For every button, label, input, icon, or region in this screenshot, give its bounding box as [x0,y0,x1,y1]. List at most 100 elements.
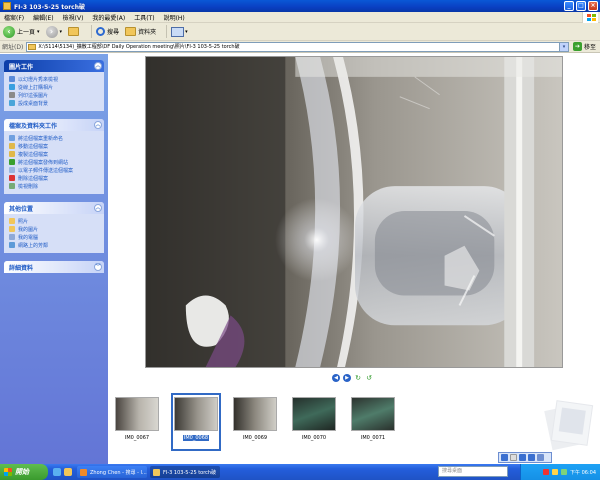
other-places-header[interactable]: 其他位置 ︽ [4,202,104,214]
up-folder-button[interactable] [68,27,81,36]
search-icon [96,27,106,36]
task-publish[interactable]: 將這個檔案發佈到網站 [9,158,99,166]
expand-chevron-icon[interactable]: ︾ [94,263,102,271]
printer-icon [9,92,15,98]
ie-icon[interactable] [53,468,61,476]
forward-button[interactable]: › ▾ [45,25,62,38]
thumbnail-image [292,397,336,431]
file-tasks-title: 檔案及資料夾工作 [9,122,58,130]
my-computer-icon [9,234,15,240]
task-email[interactable]: 以電子郵件傳送這個檔案 [9,166,99,174]
task-delete[interactable]: 刪除這個檔案 [9,174,99,182]
menu-bar: 檔案(F) 編輯(E) 檢視(V) 我的最愛(A) 工具(T) 說明(H) [0,12,600,23]
task-set-background[interactable]: 設成桌面背景 [9,99,99,107]
rotate-clockwise-button[interactable]: ↻ [354,374,362,382]
file-tasks-header[interactable]: 檔案及資料夾工作 ︽ [4,119,104,131]
standard-toolbar: ‹ 上一頁 ▾ › ▾ 搜尋 資料夾 ▾ [0,23,600,41]
collapse-chevron-icon[interactable]: ︽ [94,121,102,129]
task-copy[interactable]: 複製這個檔案 [9,150,99,158]
browser-icon [80,468,87,476]
task-rename[interactable]: 將這個檔案重新命名 [9,134,99,142]
go-label: 移至 [583,44,596,51]
place-network[interactable]: 網路上的芳鄰 [9,241,99,249]
clock: 下午 06:04 [570,469,596,476]
thumbnail[interactable]: IM0_0071 [350,395,396,449]
start-button[interactable]: 開始 [0,464,48,480]
address-dropdown-button[interactable]: ▾ [558,42,568,51]
windows-logo-icon [582,12,598,23]
picture-tasks-panel: 圖片工作 ︽ 以幻燈片秀來檢視 從線上訂購相片 列印這張圖片 設成桌面背景 [4,60,104,111]
search-label: 搜尋 [107,29,120,36]
folder-window-icon [3,2,11,10]
desktop-search-input[interactable]: 搜尋桌面 [438,466,508,477]
task-slideshow[interactable]: 以幻燈片秀來檢視 [9,75,99,83]
taskbar-button-explorer[interactable]: FI-3 103-5-25 torch破 [150,466,220,478]
close-button[interactable]: × [588,1,598,11]
back-label: 上一頁 [17,29,36,36]
address-path: X:\5114\5134)_擴散工程部\DF Daily Operation m… [38,44,240,50]
address-input[interactable]: X:\5114\5134)_擴散工程部\DF Daily Operation m… [26,41,569,52]
thumbnail-image [233,397,277,431]
picture-folder-watermark-icon [544,400,594,451]
menu-file[interactable]: 檔案(F) [4,13,24,22]
folder-icon[interactable] [64,468,72,476]
ime-icon [501,454,508,461]
preview-image[interactable] [145,56,563,368]
desktop-icon [9,100,15,106]
menu-view[interactable]: 檢視(V) [63,13,84,22]
rotate-counterclockwise-button[interactable]: ↺ [365,374,373,382]
thumbnail[interactable]: IM0_0070 [291,395,337,449]
folder-icon [153,468,160,476]
collapse-chevron-icon[interactable]: ︽ [94,62,102,70]
maximize-button[interactable]: □ [576,1,586,11]
go-button[interactable]: ➔ 移至 [572,42,596,51]
address-label: 網址(D) [2,44,24,51]
chevron-down-icon: ▾ [37,28,40,35]
filmstrip-view: ◀ ▶ ↻ ↺ IM0_0067 IM0_0068 IM0_0069 IM0_0… [108,54,600,464]
menu-favorites[interactable]: 我的最愛(A) [92,13,125,22]
picture-tasks-header[interactable]: 圖片工作 ︽ [4,60,104,72]
rename-icon [9,135,15,141]
next-image-button[interactable]: ▶ [343,374,351,382]
my-pictures-icon [9,226,15,232]
task-order-prints[interactable]: 從線上訂購相片 [9,83,99,91]
collapse-chevron-icon[interactable]: ︽ [94,204,102,212]
task-view-deleted[interactable]: 檢視刪除 [9,182,99,190]
tray-security-icon[interactable] [561,469,567,475]
thumbnail-caption: IM0_0068 [182,435,210,441]
folders-button[interactable]: 資料夾 [125,27,156,36]
details-panel: 詳細資料 ︾ [4,261,104,273]
menu-help[interactable]: 說明(H) [164,13,185,22]
tray-network-icon[interactable] [552,469,558,475]
views-button[interactable]: ▾ [171,26,188,37]
search-button[interactable]: 搜尋 [96,27,119,36]
menu-tools[interactable]: 工具(T) [134,13,154,22]
place-my-computer[interactable]: 我的電腦 [9,233,99,241]
minimize-button[interactable]: _ [564,1,574,11]
menu-edit[interactable]: 編輯(E) [33,13,53,22]
details-header[interactable]: 詳細資料 ︾ [4,261,104,273]
previous-image-button[interactable]: ◀ [332,374,340,382]
address-bar: 網址(D) X:\5114\5134)_擴散工程部\DF Daily Opera… [0,41,600,53]
thumbnail-caption: IM0_0071 [360,435,386,441]
thumbnail[interactable]: IM0_0067 [114,395,160,449]
language-bar[interactable] [498,452,552,463]
place-photos[interactable]: 照片 [9,217,99,225]
tray-alert-icon[interactable] [543,469,549,475]
back-button[interactable]: ‹ 上一頁 ▾ [3,25,40,38]
thumbnail[interactable]: IM0_0069 [232,395,278,449]
thumbnail-caption: IM0_0069 [242,435,268,441]
publish-web-icon [9,159,15,165]
forward-arrow-icon: › [45,25,58,38]
task-move[interactable]: 移動這個檔案 [9,142,99,150]
back-arrow-icon: ‹ [3,25,15,38]
windows-flag-icon [4,468,12,476]
taskbar: 開始 Zhong Chen - 搜尋 - I... FI-3 103-5-25 … [0,464,600,480]
taskbar-button-search[interactable]: Zhong Chen - 搜尋 - I... [77,466,147,478]
thumbnail-selected[interactable]: IM0_0068 [171,393,221,451]
thumbnail-caption: IM0_0070 [301,435,327,441]
system-tray: 下午 06:04 [520,464,600,480]
task-print-picture[interactable]: 列印這張圖片 [9,91,99,99]
title-bar: FI-3 103-5-25 torch破 _ □ × [0,0,600,12]
place-my-pictures[interactable]: 我的圖片 [9,225,99,233]
